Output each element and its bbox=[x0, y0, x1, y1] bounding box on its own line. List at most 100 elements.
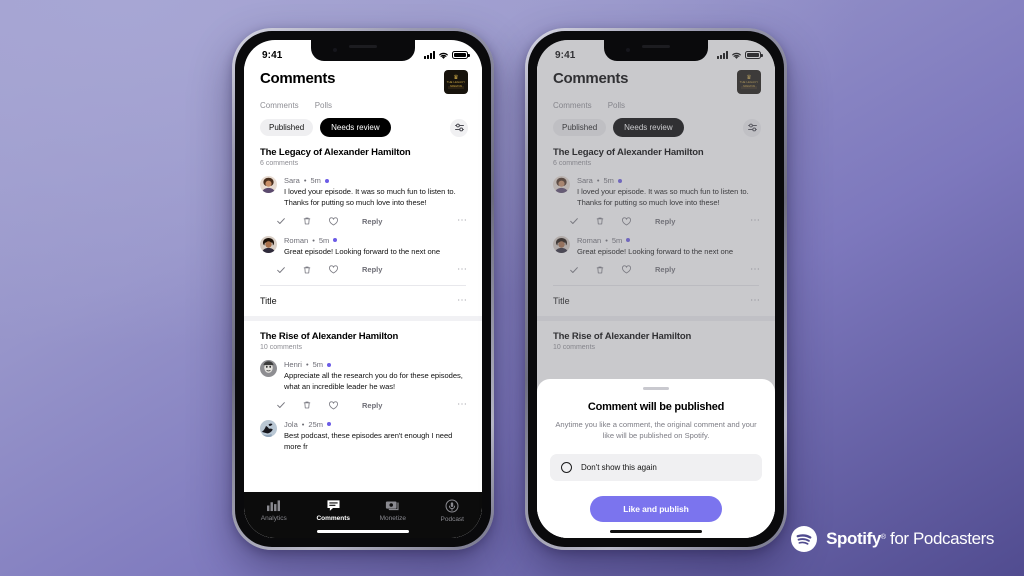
money-icon bbox=[385, 501, 399, 511]
tab-polls[interactable]: Polls bbox=[315, 101, 332, 110]
phone-screen-right: 9:41 Comments ♛ THE LEGACY HAMILTON Comm… bbox=[537, 40, 775, 538]
ellipsis-icon[interactable]: ⋯ bbox=[457, 264, 468, 274]
trash-icon[interactable] bbox=[595, 216, 621, 226]
publish-confirm-modal: Comment will be published Anytime you li… bbox=[537, 379, 775, 538]
reply-button[interactable]: Reply bbox=[655, 217, 675, 226]
avatar[interactable] bbox=[553, 235, 570, 253]
comment-meta: Henri • 5m bbox=[284, 360, 468, 369]
avatar[interactable] bbox=[260, 419, 277, 437]
like-and-publish-button[interactable]: Like and publish bbox=[590, 496, 722, 522]
tab-podcast[interactable]: Podcast bbox=[423, 499, 483, 523]
checkbox-icon[interactable] bbox=[561, 462, 572, 473]
checkmark-icon[interactable] bbox=[569, 216, 595, 226]
comment-time: 5m bbox=[603, 176, 614, 185]
microphone-icon bbox=[445, 499, 459, 513]
dont-show-again-row[interactable]: Don't show this again bbox=[550, 454, 762, 481]
chip-published[interactable]: Published bbox=[260, 119, 314, 136]
signal-bars-icon bbox=[717, 51, 728, 59]
chip-needs-review[interactable]: Needs review bbox=[613, 118, 684, 137]
comment-author: Sara bbox=[577, 176, 593, 185]
heart-icon[interactable] bbox=[621, 264, 647, 275]
comment-time: 5m bbox=[318, 235, 330, 245]
sub-tabs: Comments Polls bbox=[244, 94, 482, 110]
modal-description: Anytime you like a comment, the original… bbox=[555, 420, 757, 440]
comment-text: I loved your episode. It was so much fun… bbox=[577, 187, 749, 207]
tab-comments[interactable]: Comments bbox=[260, 101, 299, 110]
chip-needs-review[interactable]: Needs review bbox=[320, 118, 391, 137]
title-row-label: Title bbox=[553, 296, 570, 307]
checkmark-icon[interactable] bbox=[276, 265, 302, 275]
episode-section: The Rise of Alexander Hamilton 10 commen… bbox=[244, 321, 482, 351]
unread-dot-icon bbox=[327, 362, 331, 367]
heart-icon[interactable] bbox=[328, 400, 354, 411]
sheet-grabber[interactable] bbox=[643, 387, 669, 390]
filter-sliders-icon[interactable] bbox=[743, 118, 761, 137]
heart-icon[interactable] bbox=[621, 216, 647, 227]
tab-comments[interactable]: Comments bbox=[304, 499, 364, 522]
reply-button[interactable]: Reply bbox=[362, 401, 382, 410]
episode-comment-count: 6 comments bbox=[260, 160, 299, 167]
reply-button[interactable]: Reply bbox=[362, 217, 382, 226]
tab-analytics[interactable]: Analytics bbox=[244, 499, 304, 522]
comment-item: Roman • 5m Great episode! Looking forwar… bbox=[537, 227, 775, 258]
checkmark-icon[interactable] bbox=[569, 265, 595, 275]
ellipsis-icon[interactable]: ⋯ bbox=[750, 296, 761, 306]
cover-line-2: HAMILTON bbox=[447, 85, 465, 89]
trash-icon[interactable] bbox=[302, 400, 328, 410]
comment-author: Henri bbox=[284, 360, 302, 370]
trash-icon[interactable] bbox=[595, 265, 621, 275]
ellipsis-icon[interactable]: ⋯ bbox=[457, 216, 468, 226]
checkmark-icon[interactable] bbox=[276, 216, 302, 226]
ellipsis-icon[interactable]: ⋯ bbox=[457, 400, 468, 410]
app-header: Comments ♛ THE LEGACY HAMILTON bbox=[537, 66, 775, 94]
comment-body: Roman • 5m Great episode! Looking forwar… bbox=[577, 236, 761, 258]
home-indicator[interactable] bbox=[610, 529, 702, 533]
ellipsis-icon[interactable]: ⋯ bbox=[750, 264, 761, 274]
title-row[interactable]: Title ⋯ bbox=[537, 286, 775, 307]
comment-meta: Roman • 5m bbox=[577, 236, 761, 245]
heart-icon[interactable] bbox=[328, 264, 354, 275]
tab-monetize[interactable]: Monetize bbox=[363, 499, 423, 522]
comment-body: Jola • 25m Best podcast, these episodes … bbox=[284, 420, 468, 453]
avatar[interactable] bbox=[553, 176, 570, 193]
title-row[interactable]: Title ⋯ bbox=[244, 286, 482, 307]
comment-time: 5m bbox=[312, 360, 323, 370]
comment-body: Sara • 5m I loved your episode. It was s… bbox=[577, 176, 761, 209]
comment-item: Sara • 5m I loved your episode. It was s… bbox=[537, 167, 775, 209]
speaker-grille bbox=[349, 45, 377, 48]
episode-comment-count: 6 comments bbox=[553, 160, 592, 167]
podcast-cover-art[interactable]: ♛ THE LEGACY HAMILTON bbox=[444, 70, 468, 94]
speaker-grille bbox=[642, 45, 670, 48]
episode-section: The Legacy of Alexander Hamilton 6 comme… bbox=[244, 137, 482, 167]
status-indicators bbox=[717, 51, 763, 60]
reply-button[interactable]: Reply bbox=[362, 265, 382, 274]
avatar[interactable] bbox=[260, 176, 277, 193]
comment-meta: Sara • 5m bbox=[284, 176, 468, 185]
tab-comments[interactable]: Comments bbox=[553, 101, 592, 110]
signal-bars-icon bbox=[424, 51, 435, 59]
ellipsis-icon[interactable]: ⋯ bbox=[750, 216, 761, 226]
filter-sliders-icon[interactable] bbox=[450, 118, 468, 137]
filter-chips: Published Needs review bbox=[244, 110, 482, 137]
comment-actions: Reply ⋯ bbox=[537, 257, 775, 275]
home-indicator[interactable] bbox=[317, 529, 409, 533]
comment-text: Great episode! Looking forward to the ne… bbox=[284, 246, 441, 256]
trash-icon[interactable] bbox=[302, 265, 328, 275]
phone-bezel: 9:41 Comments ♛ THE LEGACY HAMILTON Comm… bbox=[235, 31, 491, 547]
phone-frame: 9:41 Comments ♛ THE LEGACY HAMILTON Comm… bbox=[525, 28, 787, 550]
tab-polls[interactable]: Polls bbox=[608, 101, 625, 110]
avatar[interactable] bbox=[260, 360, 277, 378]
comment-item: Roman • 5m Great episode! Looking forwar… bbox=[244, 227, 482, 258]
comments-feed[interactable]: The Legacy of Alexander Hamilton 6 comme… bbox=[244, 137, 482, 492]
app-header: Comments ♛ THE LEGACY HAMILTON bbox=[244, 66, 482, 94]
reply-button[interactable]: Reply bbox=[655, 265, 675, 274]
avatar[interactable] bbox=[260, 235, 277, 253]
trash-icon[interactable] bbox=[302, 216, 328, 226]
comment-meta: Sara • 5m bbox=[577, 176, 761, 185]
checkmark-icon[interactable] bbox=[276, 400, 302, 410]
comment-author: Jola bbox=[284, 419, 298, 429]
chip-published[interactable]: Published bbox=[553, 119, 607, 136]
ellipsis-icon[interactable]: ⋯ bbox=[457, 296, 468, 306]
heart-icon[interactable] bbox=[328, 216, 354, 227]
podcast-cover-art[interactable]: ♛ THE LEGACY HAMILTON bbox=[737, 70, 761, 94]
